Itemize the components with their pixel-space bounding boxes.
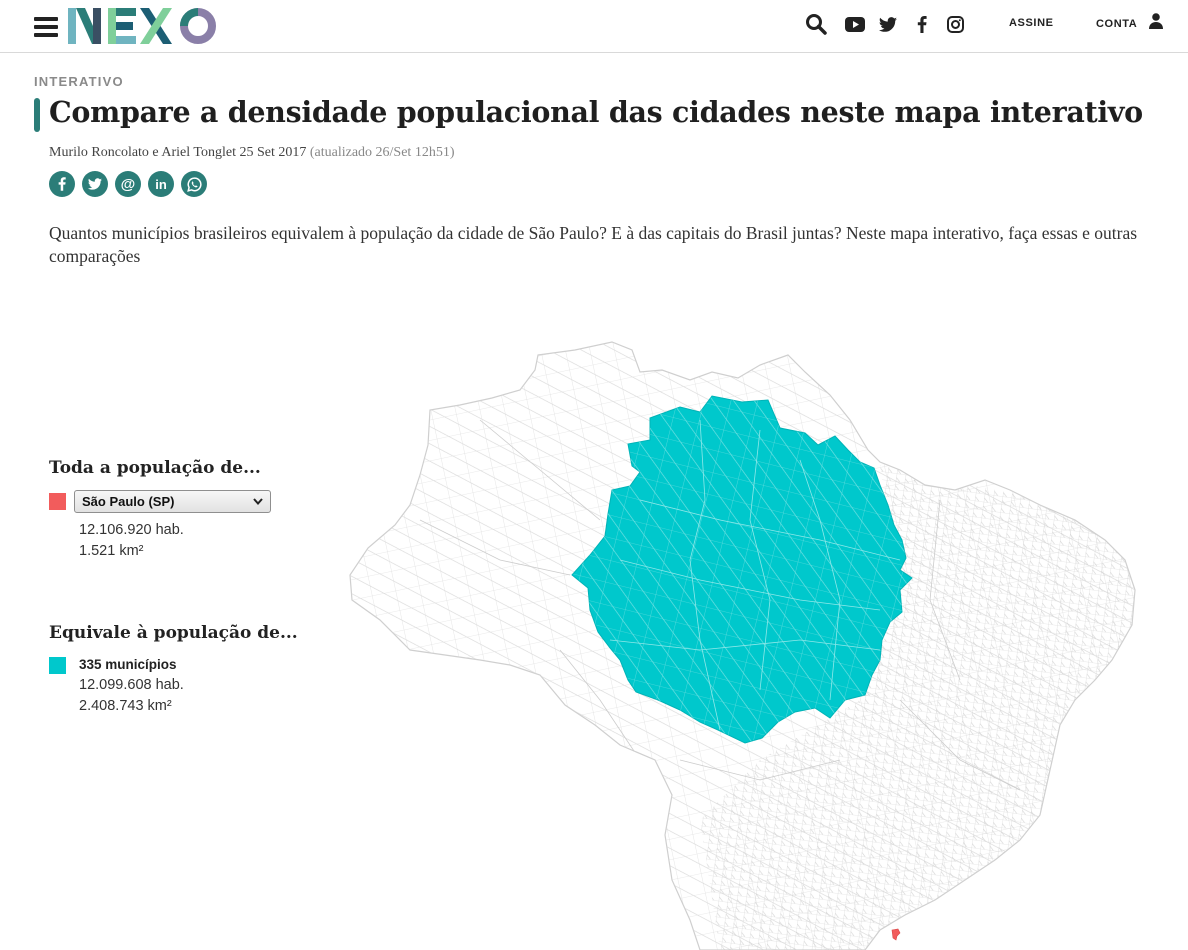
instagram-icon[interactable] xyxy=(943,12,967,36)
source-population: 12.106.920 hab. xyxy=(79,522,184,538)
equivalent-area: 2.408.743 km² xyxy=(79,698,172,714)
source-color-swatch xyxy=(49,493,66,510)
equivalent-count: 335 municípios xyxy=(79,657,177,672)
byline-updated: (atualizado 26/Set 12h51) xyxy=(309,145,455,160)
section-kicker[interactable]: INTERATIVO xyxy=(34,74,124,89)
email-share-icon[interactable]: @ xyxy=(115,171,141,197)
brazil-municipality-map[interactable] xyxy=(340,330,1160,950)
twitter-share-icon[interactable] xyxy=(82,171,108,197)
linkedin-share-icon[interactable]: in xyxy=(148,171,174,197)
facebook-share-icon[interactable] xyxy=(49,171,75,197)
top-navigation-bar: ASSINE CONTA xyxy=(0,0,1188,53)
equivalent-population: 12.099.608 hab. xyxy=(79,677,184,693)
nexo-logo[interactable] xyxy=(66,6,222,46)
user-icon[interactable] xyxy=(1144,9,1168,33)
chevron-down-icon xyxy=(253,498,263,506)
youtube-icon[interactable] xyxy=(843,12,867,36)
equivalent-heading: Equivale à população de... xyxy=(49,623,298,643)
menu-icon[interactable] xyxy=(34,17,58,37)
whatsapp-share-icon[interactable] xyxy=(181,171,207,197)
source-area: 1.521 km² xyxy=(79,543,144,559)
facebook-icon[interactable] xyxy=(910,12,934,36)
intro-paragraph: Quantos municípios brasileiros equivalem… xyxy=(49,223,1138,266)
account-link[interactable]: CONTA xyxy=(1096,18,1137,30)
city-select[interactable]: São Paulo (SP) xyxy=(74,490,271,513)
byline-authors-date: Murilo Roncolato e Ariel Tonglet 25 Set … xyxy=(49,145,307,160)
source-heading: Toda a população de... xyxy=(49,458,261,478)
equivalent-color-swatch xyxy=(49,657,66,674)
search-icon[interactable] xyxy=(804,12,828,36)
share-buttons: @ in xyxy=(49,171,207,197)
title-accent-bar xyxy=(34,98,40,132)
twitter-icon[interactable] xyxy=(876,12,900,36)
byline: Murilo Roncolato e Ariel Tonglet 25 Set … xyxy=(49,145,455,161)
sao-paulo-marker[interactable] xyxy=(891,928,901,941)
city-select-value: São Paulo (SP) xyxy=(82,494,175,509)
article-title: Compare a densidade populacional das cid… xyxy=(49,95,1143,129)
subscribe-link[interactable]: ASSINE xyxy=(1009,17,1054,29)
